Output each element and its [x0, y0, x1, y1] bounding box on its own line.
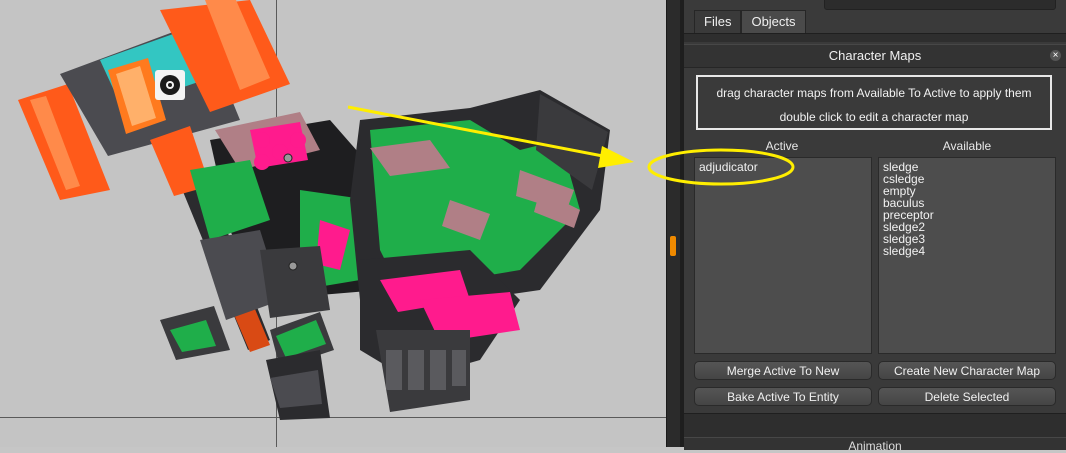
animation-section-header[interactable]: Animation	[684, 437, 1066, 453]
animation-section-title: Animation	[848, 439, 902, 453]
character-maps-header: Character Maps ×	[684, 44, 1066, 68]
create-new-character-map-button[interactable]: Create New Character Map	[878, 361, 1056, 380]
pivot-point-icon[interactable]	[283, 153, 293, 163]
top-field-row	[684, 0, 1066, 10]
list-item-sledge4[interactable]: sledge4	[883, 245, 1051, 257]
active-list[interactable]: adjudicator	[694, 157, 872, 354]
hint-text-drag: drag character maps from Available To Ac…	[716, 86, 1032, 100]
panel-tabs: Files Objects	[694, 10, 806, 33]
delete-selected-button[interactable]: Delete Selected	[878, 387, 1056, 406]
canvas-viewport[interactable]	[0, 0, 666, 447]
right-panel: Files Objects Character Maps × drag char…	[684, 0, 1066, 453]
tab-files[interactable]: Files	[694, 10, 742, 33]
character-sprite[interactable]	[0, 0, 666, 447]
available-list[interactable]: sledge csledge empty baculus preceptor s…	[878, 157, 1056, 354]
hint-text-edit: double click to edit a character map	[779, 110, 969, 124]
character-maps-title: Character Maps	[828, 48, 922, 63]
merge-active-to-new-button[interactable]: Merge Active To New	[694, 361, 872, 380]
robot-big-arm[interactable]	[350, 90, 610, 412]
available-column-label: Available	[942, 139, 992, 153]
pivot-point-icon[interactable]	[288, 261, 298, 271]
top-field-label	[696, 0, 816, 8]
bake-active-to-entity-button[interactable]: Bake Active To Entity	[694, 387, 872, 406]
tab-objects[interactable]: Objects	[741, 10, 806, 33]
list-item-adjudicator[interactable]: adjudicator	[699, 161, 867, 173]
close-icon[interactable]: ×	[1050, 50, 1061, 61]
radiation-icon	[155, 70, 185, 100]
hint-box: drag character maps from Available To Ac…	[696, 75, 1052, 130]
section-separator	[684, 33, 1066, 42]
panel-splitter[interactable]	[666, 0, 681, 447]
section-separator	[684, 413, 1066, 438]
top-field-input[interactable]	[824, 0, 1056, 10]
splitter-handle[interactable]	[670, 236, 676, 256]
active-column-label: Active	[765, 139, 799, 153]
